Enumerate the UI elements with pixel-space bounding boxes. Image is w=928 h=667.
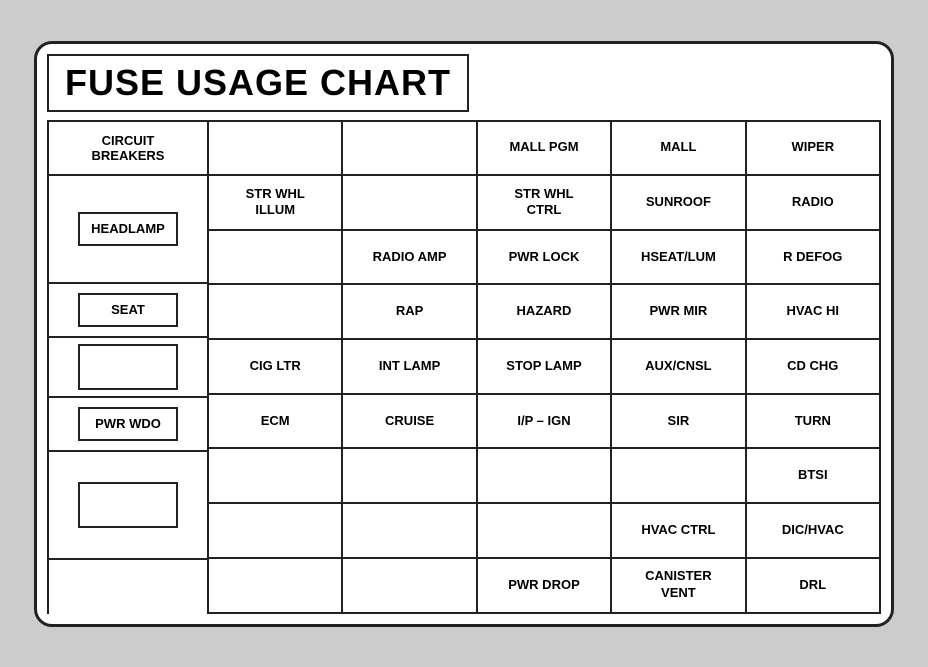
- chart-title: FUSE USAGE CHART: [47, 54, 469, 112]
- r5c5: CD CHG: [747, 340, 881, 395]
- r8c3: [478, 504, 612, 559]
- r2c3: STR WHLCTRL: [478, 176, 612, 231]
- headlamp-box: HEADLAMP: [78, 212, 178, 246]
- r1c4: MALL: [612, 122, 746, 177]
- r9c1: [209, 559, 343, 614]
- r3c2: RADIO AMP: [343, 231, 477, 286]
- empty-box-1: [78, 344, 178, 390]
- empty-box-2: [78, 482, 178, 528]
- r4c2: RAP: [343, 285, 477, 340]
- r5c1: CIG LTR: [209, 340, 343, 395]
- r1c3: MALL PGM: [478, 122, 612, 177]
- seat-row: SEAT: [49, 284, 207, 338]
- r9c2: [343, 559, 477, 614]
- r3c5: R DEFOG: [747, 231, 881, 286]
- r9c5: DRL: [747, 559, 881, 614]
- r7c1: [209, 449, 343, 504]
- r2c1: STR WHLILLUM: [209, 176, 343, 231]
- r3c3: PWR LOCK: [478, 231, 612, 286]
- r3c1: [209, 231, 343, 286]
- r5c2: INT LAMP: [343, 340, 477, 395]
- r8c5: DIC/HVAC: [747, 504, 881, 559]
- left-header: CIRCUITBREAKERS: [49, 122, 207, 176]
- r6c3: I/P – IGN: [478, 395, 612, 450]
- r7c2: [343, 449, 477, 504]
- r9c3: PWR DROP: [478, 559, 612, 614]
- r1c2: [343, 122, 477, 177]
- r2c2: [343, 176, 477, 231]
- r4c1: [209, 285, 343, 340]
- r4c4: PWR MIR: [612, 285, 746, 340]
- r3c4: HSEAT/LUM: [612, 231, 746, 286]
- r5c4: AUX/CNSL: [612, 340, 746, 395]
- r5c3: STOP LAMP: [478, 340, 612, 395]
- pwr-wdo-box: PWR WDO: [78, 407, 178, 441]
- r2c5: RADIO: [747, 176, 881, 231]
- r6c5: TURN: [747, 395, 881, 450]
- r4c5: HVAC HI: [747, 285, 881, 340]
- r7c4: [612, 449, 746, 504]
- last-left-row: [49, 560, 207, 614]
- seat-box: SEAT: [78, 293, 178, 327]
- r6c2: CRUISE: [343, 395, 477, 450]
- r6c4: SIR: [612, 395, 746, 450]
- r6c1: ECM: [209, 395, 343, 450]
- r7c5: BTSI: [747, 449, 881, 504]
- r8c2: [343, 504, 477, 559]
- r1c5: WIPER: [747, 122, 881, 177]
- headlamp-row: HEADLAMP: [49, 176, 207, 284]
- pwr-wdo-row: PWR WDO: [49, 398, 207, 452]
- r1c1: [209, 122, 343, 177]
- chart-container: FUSE USAGE CHART CIRCUITBREAKERS HEADLAM…: [34, 41, 894, 627]
- r9c4: CANISTERVENT: [612, 559, 746, 614]
- r8c4: HVAC CTRL: [612, 504, 746, 559]
- empty-box-row-1: [49, 338, 207, 398]
- empty-box-row-2: [49, 452, 207, 560]
- circuit-breakers-label: CIRCUITBREAKERS: [92, 133, 165, 163]
- r8c1: [209, 504, 343, 559]
- r7c3: [478, 449, 612, 504]
- r2c4: SUNROOF: [612, 176, 746, 231]
- r4c3: HAZARD: [478, 285, 612, 340]
